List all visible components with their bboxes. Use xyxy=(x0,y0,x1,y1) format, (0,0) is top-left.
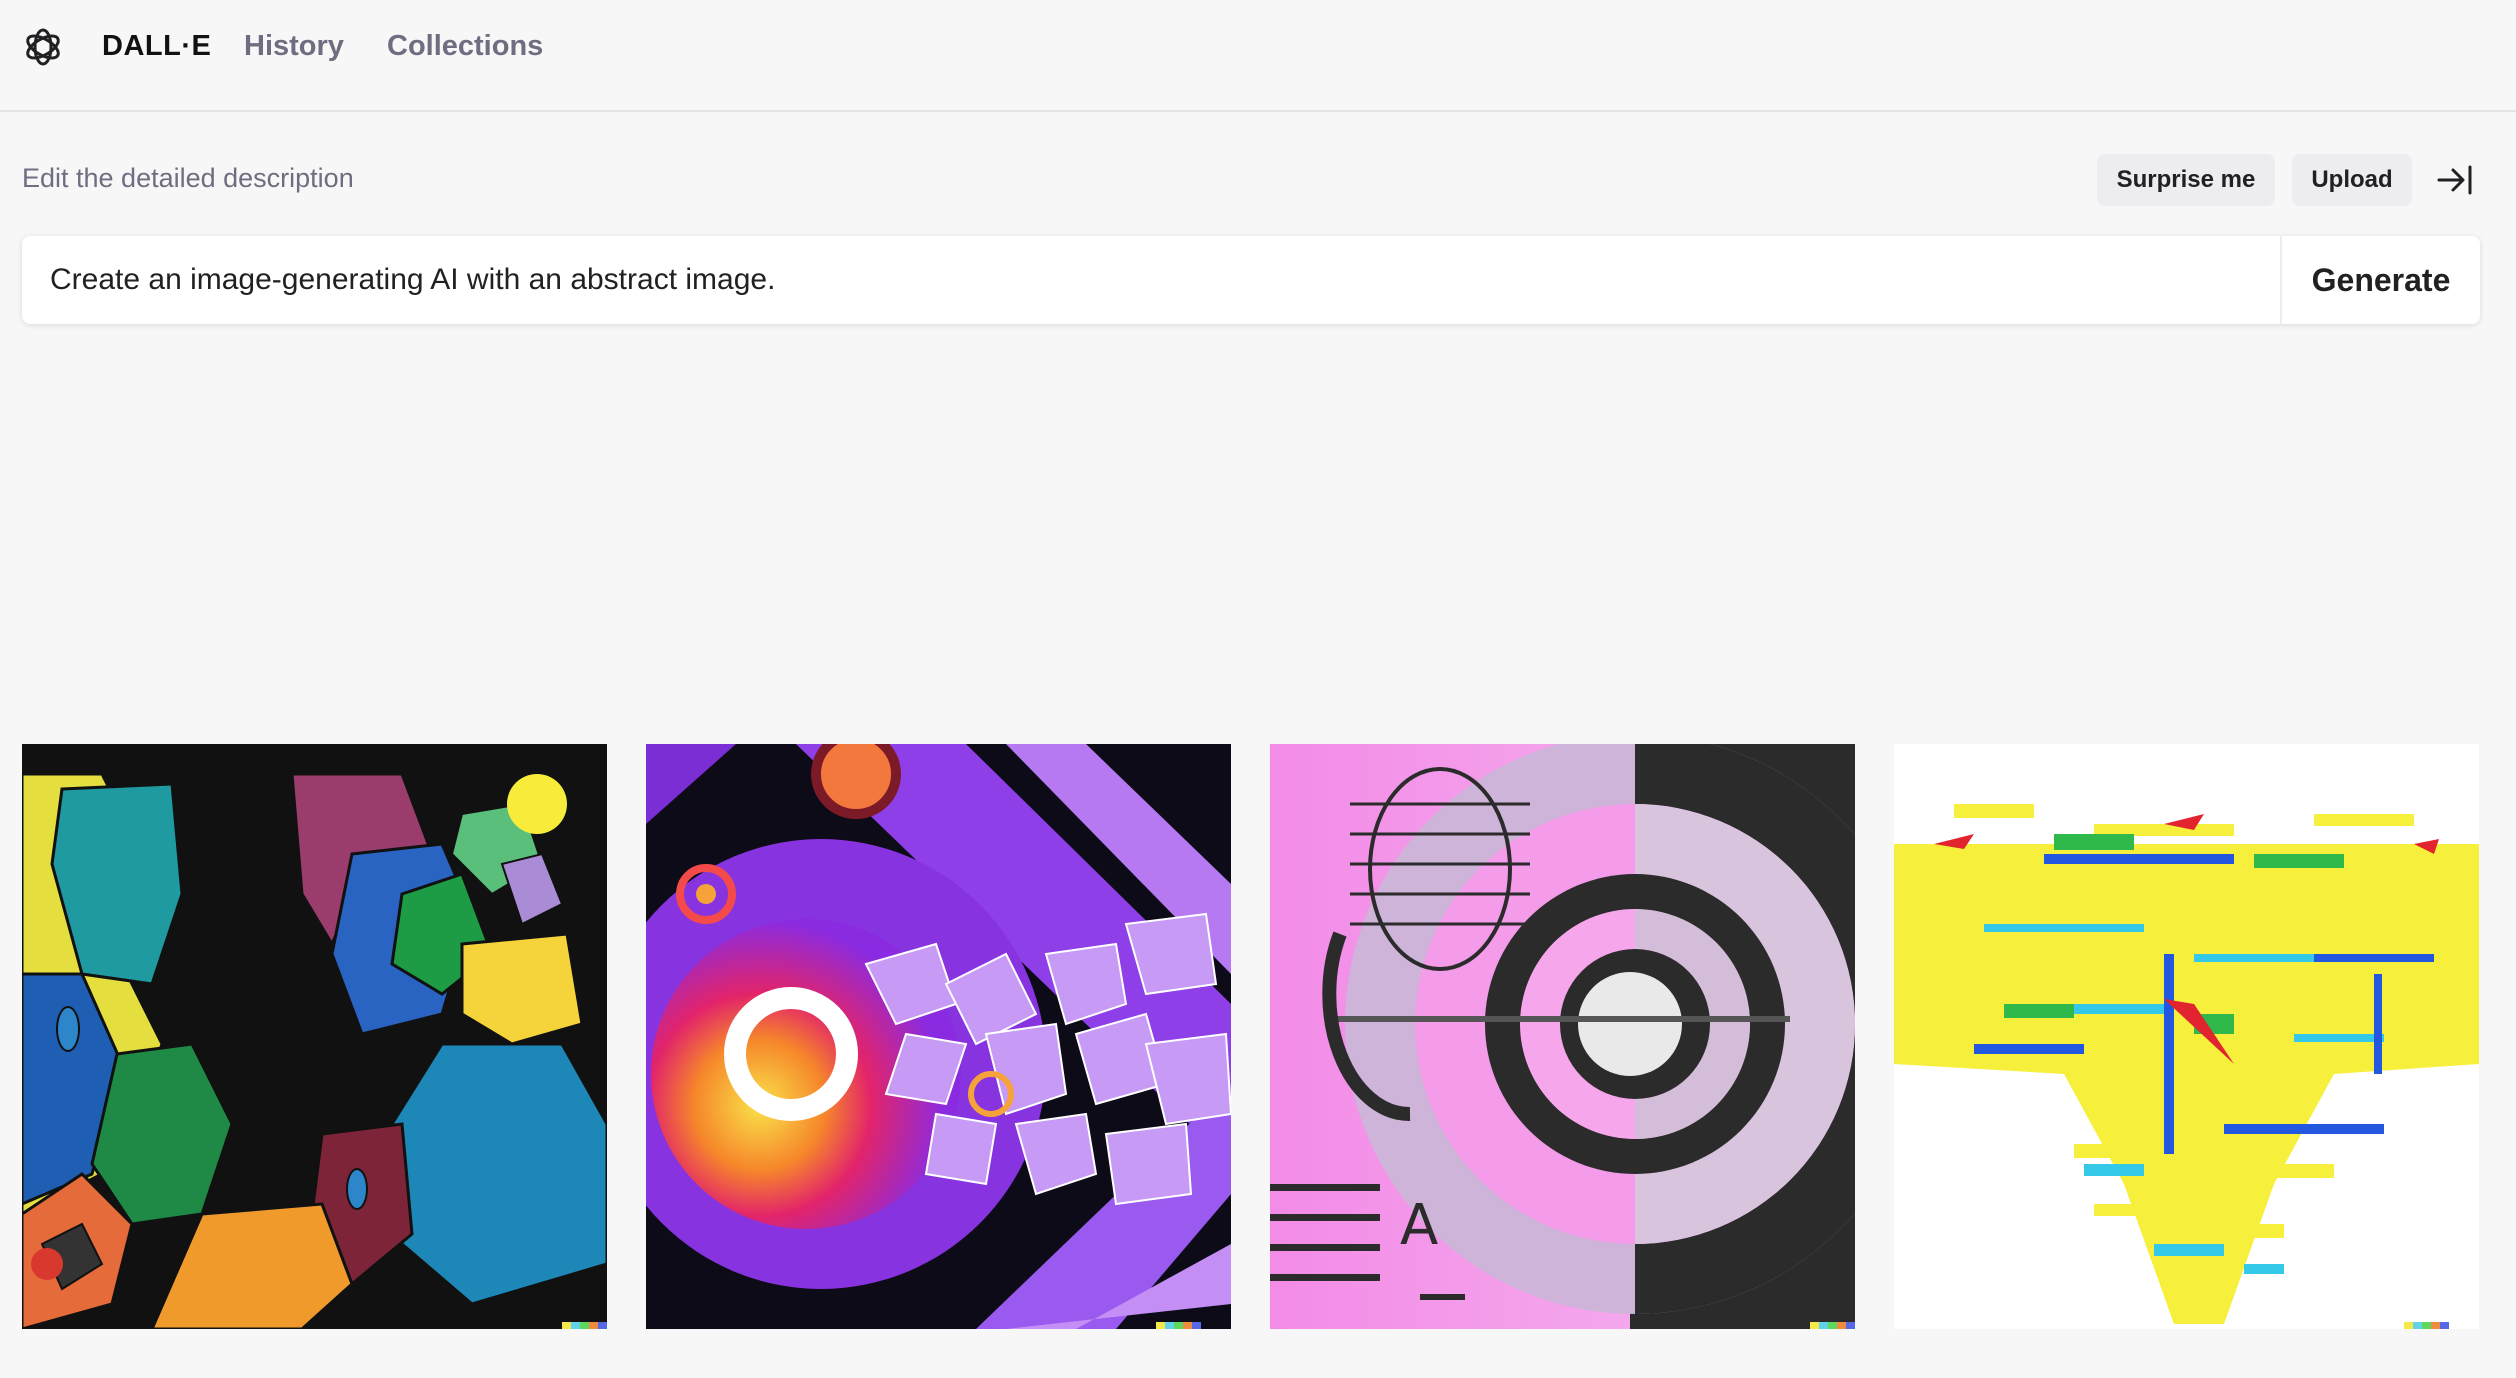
generate-button[interactable]: Generate xyxy=(2280,236,2480,324)
nav-brand-dalle[interactable]: DALL·E xyxy=(102,28,211,64)
arrow-right-to-bar-icon[interactable] xyxy=(2436,162,2474,198)
prompt-label: Edit the detailed description xyxy=(22,163,354,193)
top-nav-bar: DALL·E History Collections xyxy=(0,0,2516,112)
image-yellow-glitch xyxy=(1894,744,2479,1329)
nav-collections[interactable]: Collections xyxy=(387,28,543,64)
prompt-box: Generate xyxy=(22,236,2480,324)
upload-button[interactable]: Upload xyxy=(2292,154,2412,206)
openai-logo-icon[interactable] xyxy=(22,26,64,68)
generated-image-2[interactable] xyxy=(646,744,1231,1329)
generated-image-3[interactable]: A xyxy=(1270,744,1855,1329)
image-concentric-circles: A xyxy=(1270,744,1855,1329)
svg-text:A: A xyxy=(1400,1193,1438,1258)
surprise-me-button[interactable]: Surprise me xyxy=(2097,154,2275,206)
prompt-input[interactable] xyxy=(22,236,2279,324)
generated-image-4[interactable] xyxy=(1894,744,2479,1329)
image-abstract-blobs xyxy=(22,744,607,1329)
image-purple-circle xyxy=(646,744,1231,1329)
generated-image-1[interactable] xyxy=(22,744,607,1329)
nav-history[interactable]: History xyxy=(244,28,344,64)
